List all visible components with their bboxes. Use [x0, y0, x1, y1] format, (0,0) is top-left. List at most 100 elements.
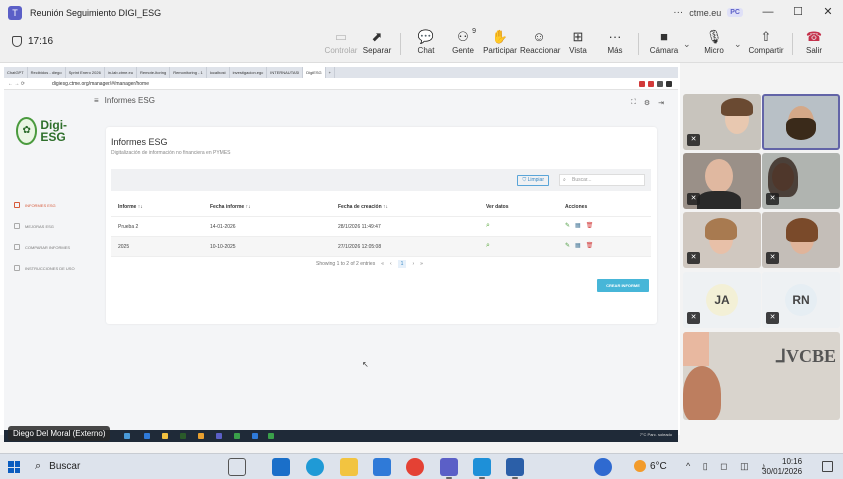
hamburger-menu-icon[interactable]: ≡ [94, 96, 99, 105]
table-view-icon[interactable]: ▦ [575, 242, 581, 249]
browser-nav-icons[interactable]: ← → ⟳ [8, 78, 25, 90]
prev-page-button[interactable]: ‹ [390, 261, 392, 267]
edit-pencil-icon[interactable]: ✎ [565, 222, 570, 229]
delete-trash-icon[interactable]: 🗑 [586, 242, 594, 249]
sidebar-item-label: COMPARAR INFORMES [25, 244, 71, 250]
browser-tab[interactable]: Remote-ltoring [137, 67, 171, 78]
maximize-button[interactable]: ☐ [783, 0, 813, 25]
view-button[interactable]: ⊞ Vista [565, 28, 591, 55]
last-page-button[interactable]: » [420, 261, 423, 267]
hand-icon: ✋ [491, 29, 509, 44]
profile-icon[interactable] [666, 81, 672, 87]
column-header-fecha-informe[interactable]: Fecha informe ↑↓ [210, 204, 251, 210]
participant-video-tile[interactable]: ✕ [683, 153, 761, 209]
participant-avatar-tile[interactable]: RN ✕ [762, 272, 840, 328]
browser-tab[interactable]: Remonitoring - 1 [170, 67, 207, 78]
edit-pencil-icon[interactable]: ✎ [565, 242, 570, 249]
leave-button[interactable]: ☎ Salir [800, 28, 828, 55]
camera-icon: ■ [660, 29, 668, 44]
mic-button[interactable]: 🎙 Micro [700, 28, 728, 55]
digiesg-logo: ✿ Digi-ESG [16, 114, 78, 148]
store-icon[interactable] [373, 458, 391, 476]
minimize-button[interactable]: — [753, 0, 783, 25]
extension-icon[interactable] [639, 81, 645, 87]
browser-tab[interactable]: Recibidos - diego [28, 67, 66, 78]
participant-video-tile[interactable]: ✕ [683, 94, 761, 150]
vscode-icon[interactable] [473, 458, 491, 479]
browser-tab-active[interactable]: DigiESG [303, 67, 326, 78]
mic-label: Micro [704, 46, 724, 55]
sidebar-item-comparar[interactable]: COMPARAR INFORMES [14, 244, 70, 250]
delete-trash-icon[interactable]: 🗑 [586, 222, 594, 229]
browser-extensions [639, 81, 672, 87]
organization-label[interactable]: ctme.eu [689, 8, 721, 18]
chrome-icon[interactable] [406, 458, 424, 476]
system-tray-icons[interactable]: ^ ▯ ◻ ◫ ♪ [686, 461, 771, 472]
share-button[interactable]: ⇧ Compartir [748, 28, 784, 55]
taskbar-search[interactable]: ⌕ Buscar [35, 460, 80, 473]
react-button[interactable]: ☺ Reaccionar [520, 28, 560, 55]
account-avatar[interactable]: PC [727, 8, 743, 17]
windows-start-icon[interactable] [8, 461, 20, 473]
control-button[interactable]: ▭ Controlar [324, 28, 358, 55]
participant-video-tile-active-speaker[interactable] [762, 94, 840, 150]
extension-icon[interactable] [657, 81, 663, 87]
new-tab-button[interactable]: + [326, 67, 335, 78]
table-view-icon[interactable]: ▦ [575, 222, 581, 229]
popout-button[interactable]: ⬈ Separar [362, 28, 392, 55]
close-window-button[interactable]: ✕ [813, 0, 843, 25]
app-window-icon[interactable] [506, 458, 524, 479]
table-row: Prueba 2 14-01-2026 28/1/2026 11:49:47 ⌕… [111, 217, 651, 237]
people-label: Gente [452, 46, 474, 55]
notification-center-icon[interactable] [822, 461, 833, 472]
participant-video-tile[interactable]: ✕ [683, 212, 761, 268]
extension-icon[interactable] [648, 81, 654, 87]
taskbar-clock[interactable]: 10:16 30/01/2026 [762, 457, 802, 477]
taskbar-weather[interactable]: 6°C [634, 460, 667, 472]
edge-icon[interactable] [306, 458, 324, 476]
raise-hand-button[interactable]: ✋ Participar [483, 28, 517, 55]
chat-button[interactable]: 💬 Chat [412, 28, 440, 55]
sidebar-item-instrucciones[interactable]: INSTRUCCIONES DE USO [14, 265, 75, 271]
browser-tab[interactable]: Sprint Enero 2026 [66, 67, 105, 78]
participant-avatar-tile[interactable]: JA ✕ [683, 272, 761, 328]
browser-tab[interactable]: investigacion.egc [230, 67, 268, 78]
outlook-icon[interactable] [272, 458, 290, 476]
elapsed-time: 17:16 [28, 36, 54, 47]
more-button[interactable]: ··· Más [602, 28, 628, 55]
fullscreen-icon[interactable]: ⛶ [631, 99, 636, 107]
sidebar-item-mejoras[interactable]: MEJORAS ESG [14, 223, 54, 229]
file-explorer-icon[interactable] [340, 458, 358, 476]
browser-tab[interactable]: localhost [207, 67, 230, 78]
sidebar-item-informes[interactable]: INFORMES ESG [14, 202, 56, 208]
create-report-button[interactable]: CREAR INFORME [597, 279, 649, 292]
camera-options-chevron-icon[interactable]: ⌄ [683, 39, 691, 50]
task-view-icon[interactable] [228, 458, 246, 476]
view-data-search-icon[interactable]: ⌕ [486, 242, 490, 250]
first-page-button[interactable]: « [381, 261, 384, 267]
teams-icon[interactable] [440, 458, 458, 479]
logout-icon[interactable]: ⇥ [658, 99, 664, 107]
column-header-informe[interactable]: Informe ↑↓ [118, 204, 143, 210]
next-page-button[interactable]: › [412, 261, 414, 267]
search-input[interactable]: ⌕ Buscar... [559, 174, 645, 186]
help-icon[interactable] [594, 458, 612, 476]
toolbar-divider [792, 33, 793, 55]
participant-video-tile[interactable]: ✕ [762, 153, 840, 209]
browser-tab[interactable]: ChatGPT [4, 67, 28, 78]
more-options-icon[interactable]: ··· [673, 7, 683, 18]
participant-shirt [697, 191, 741, 209]
clear-filters-button[interactable]: ⛉ Limpiar [517, 175, 549, 186]
people-button[interactable]: ⚇ 9 Gente [448, 28, 478, 55]
column-header-fecha-creacion[interactable]: Fecha de creación ↑↓ [338, 204, 388, 210]
page-number-button[interactable]: 1 [397, 260, 407, 268]
participant-video-tile[interactable]: ✕ [762, 212, 840, 268]
camera-button[interactable]: ■ Cámara [649, 28, 679, 55]
user-settings-icon[interactable]: ⚙ [644, 99, 650, 107]
url-field[interactable]: digiesg.ctme.org/manager/#/manager/home [52, 78, 149, 90]
view-data-search-icon[interactable]: ⌕ [486, 222, 490, 230]
browser-tab[interactable]: in-lab.ctme.eu [105, 67, 137, 78]
mic-options-chevron-icon[interactable]: ⌄ [734, 39, 742, 50]
participant-video-tile-large[interactable]: ⅃VCBE ✕ [683, 332, 840, 420]
browser-tab[interactable]: INTERNAUTASI [267, 67, 304, 78]
